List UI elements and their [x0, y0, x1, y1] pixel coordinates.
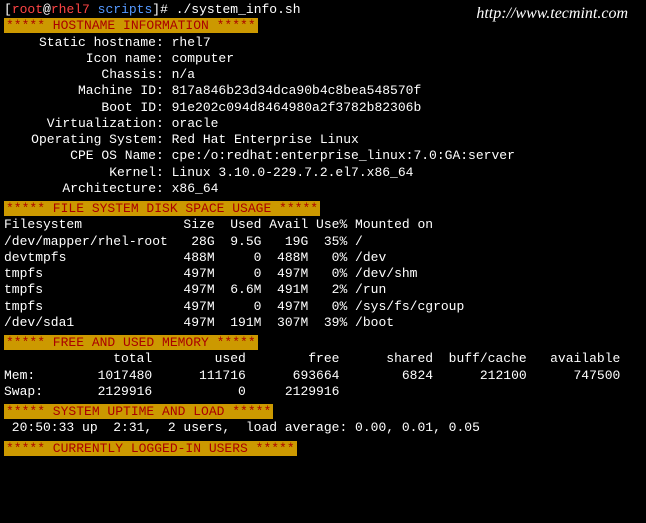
- users-section-header: ***** CURRENTLY LOGGED-IN USERS *****: [4, 441, 297, 456]
- hostname-label: Operating System: [4, 132, 156, 148]
- hostname-label: Static hostname: [4, 35, 156, 51]
- hostname-section-header: ***** HOSTNAME INFORMATION *****: [4, 18, 258, 33]
- disk-row: devtmpfs 488M 0 488M 0% /dev: [4, 250, 642, 266]
- disk-row: tmpfs 497M 6.6M 491M 2% /run: [4, 282, 642, 298]
- hostname-value: Linux 3.10.0-229.7.2.el7.x86_64: [172, 165, 414, 180]
- mem-header-row: total used free shared buff/cache availa…: [4, 351, 642, 367]
- hostname-label: Chassis: [4, 67, 156, 83]
- prompt-host: rhel7: [51, 2, 90, 17]
- mem-row: Swap: 2129916 0 2129916: [4, 384, 642, 400]
- hostname-value: n/a: [172, 67, 195, 82]
- disk-usage-block: /dev/mapper/rhel-root 28G 9.5G 19G 35% /…: [4, 234, 642, 332]
- disk-row: /dev/sda1 497M 191M 307M 39% /boot: [4, 315, 642, 331]
- hostname-value: Red Hat Enterprise Linux: [172, 132, 359, 147]
- hostname-label: Architecture: [4, 181, 156, 197]
- hostname-value: rhel7: [172, 35, 211, 50]
- hostname-row: Boot ID: 91e202c094d8464980a2f3782b82306…: [4, 100, 642, 116]
- hostname-label: Icon name: [4, 51, 156, 67]
- hostname-label: Virtualization: [4, 116, 156, 132]
- hostname-value: 91e202c094d8464980a2f3782b82306b: [172, 100, 422, 115]
- hostname-row: CPE OS Name: cpe:/o:redhat:enterprise_li…: [4, 148, 642, 164]
- prompt-command: ./system_info.sh: [176, 2, 301, 17]
- uptime-section-header: ***** SYSTEM UPTIME AND LOAD *****: [4, 404, 273, 419]
- disk-header-row: Filesystem Size Used Avail Use% Mounted …: [4, 217, 642, 233]
- hostname-row: Architecture: x86_64: [4, 181, 642, 197]
- hostname-row: Kernel: Linux 3.10.0-229.7.2.el7.x86_64: [4, 165, 642, 181]
- mem-section-header: ***** FREE AND USED MEMORY *****: [4, 335, 258, 350]
- disk-row: tmpfs 497M 0 497M 0% /dev/shm: [4, 266, 642, 282]
- hostname-info-block: Static hostname: rhel7Icon name: compute…: [4, 35, 642, 198]
- watermark: http://www.tecmint.com: [476, 4, 628, 24]
- hostname-value: oracle: [172, 116, 219, 131]
- hostname-row: Operating System: Red Hat Enterprise Lin…: [4, 132, 642, 148]
- hostname-value: x86_64: [172, 181, 219, 196]
- hostname-value: cpe:/o:redhat:enterprise_linux:7.0:GA:se…: [172, 148, 515, 163]
- hostname-label: Boot ID: [4, 100, 156, 116]
- hostname-row: Virtualization: oracle: [4, 116, 642, 132]
- disk-row: /dev/mapper/rhel-root 28G 9.5G 19G 35% /: [4, 234, 642, 250]
- hostname-row: Machine ID: 817a846b23d34dca90b4c8bea548…: [4, 83, 642, 99]
- hostname-value: 817a846b23d34dca90b4c8bea548570f: [172, 83, 422, 98]
- mem-row: Mem: 1017480 111716 693664 6824 212100 7…: [4, 368, 642, 384]
- hostname-label: CPE OS Name: [4, 148, 156, 164]
- hostname-row: Icon name: computer: [4, 51, 642, 67]
- prompt-user: root: [12, 2, 43, 17]
- hostname-row: Static hostname: rhel7: [4, 35, 642, 51]
- disk-row: tmpfs 497M 0 497M 0% /sys/fs/cgroup: [4, 299, 642, 315]
- hostname-label: Machine ID: [4, 83, 156, 99]
- hostname-row: Chassis: n/a: [4, 67, 642, 83]
- mem-block: Mem: 1017480 111716 693664 6824 212100 7…: [4, 368, 642, 401]
- uptime-line: 20:50:33 up 2:31, 2 users, load average:…: [4, 420, 642, 436]
- prompt-path: scripts: [98, 2, 153, 17]
- hostname-label: Kernel: [4, 165, 156, 181]
- hostname-value: computer: [172, 51, 234, 66]
- disk-section-header: ***** FILE SYSTEM DISK SPACE USAGE *****: [4, 201, 320, 216]
